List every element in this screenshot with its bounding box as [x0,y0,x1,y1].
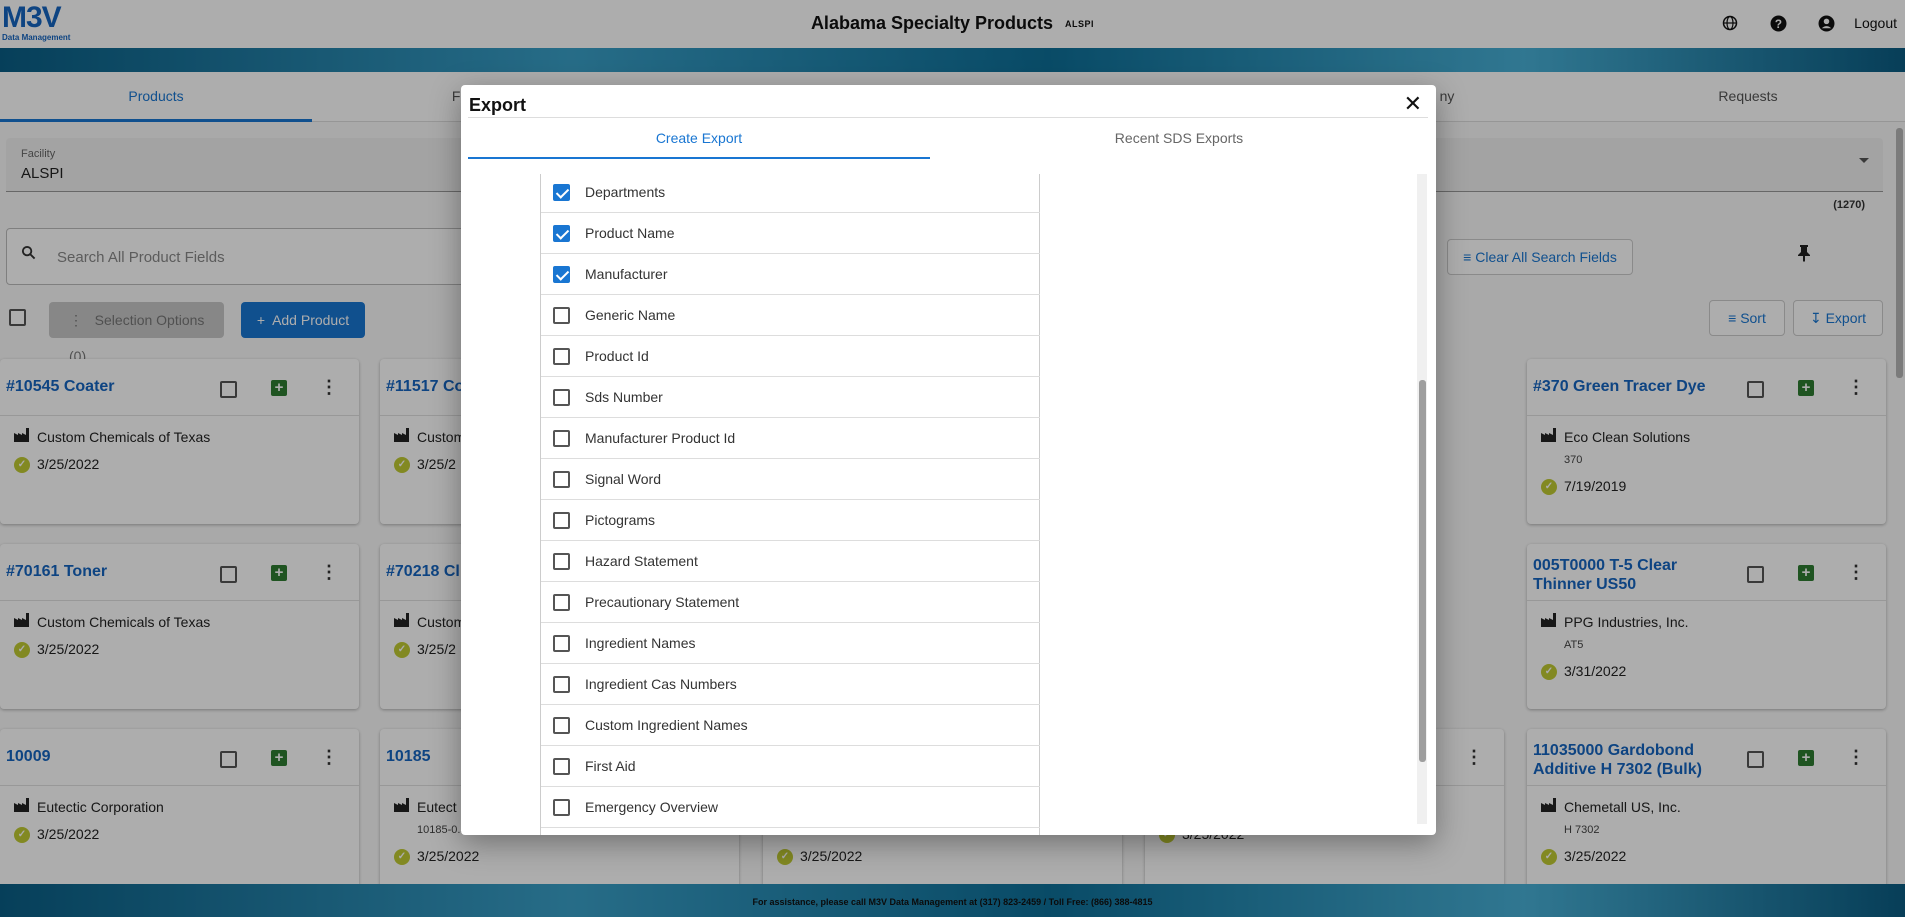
dialog-scrollbar[interactable] [1419,380,1426,762]
export-field-row[interactable]: Product Id [541,336,1040,377]
field-checkbox[interactable] [553,676,570,693]
field-checkbox[interactable] [553,389,570,406]
export-field-row[interactable]: Product Name [541,213,1040,254]
export-dialog: Export ✕ Create Export Recent SDS Export… [461,85,1436,835]
field-checkbox[interactable] [553,430,570,447]
field-checkbox[interactable] [553,717,570,734]
field-checkbox[interactable] [553,307,570,324]
field-label: Manufacturer Product Id [585,430,736,446]
field-label: Emergency Overview [585,799,719,815]
export-field-list: Departments Product Name Manufacturer Gener… [540,174,1040,835]
dialog-title: Export [469,95,527,115]
export-field-row[interactable]: Generic Name [541,295,1040,336]
field-checkbox[interactable] [553,512,570,529]
export-field-row[interactable]: Pictograms [541,500,1040,541]
export-field-row[interactable]: Manufacturer [541,254,1040,295]
field-checkbox[interactable] [553,635,570,652]
field-checkbox[interactable] [553,266,570,283]
field-label: Precautionary Statement [585,594,740,610]
field-label: Pictograms [585,512,656,528]
export-field-row[interactable]: First Aid [541,746,1040,787]
field-label: Ingredient Cas Numbers [585,676,737,692]
export-field-row[interactable]: Ingredient Cas Numbers [541,664,1040,705]
export-field-row[interactable]: Manufacturer Product Id [541,418,1040,459]
field-checkbox[interactable] [553,184,570,201]
field-checkbox[interactable] [553,799,570,816]
export-field-row[interactable]: Precautionary Statement [541,582,1040,623]
field-label: Generic Name [585,307,676,323]
field-checkbox[interactable] [553,594,570,611]
field-checkbox[interactable] [553,471,570,488]
export-field-row[interactable]: Signal Word [541,459,1040,500]
field-checkbox[interactable] [553,348,570,365]
field-label: Departments [585,184,666,200]
field-label: First Aid [585,758,636,774]
field-label: Ingredient Names [585,635,696,651]
field-label: Product Id [585,348,649,364]
field-checkbox[interactable] [553,225,570,242]
export-field-row[interactable]: Emergency Overview [541,787,1040,828]
close-icon[interactable]: ✕ [1404,91,1422,117]
export-field-row[interactable]: Sds Number [541,377,1040,418]
export-field-row[interactable]: Ingredient Names [541,623,1040,664]
field-checkbox[interactable] [553,758,570,775]
export-field-row[interactable]: Hazard Statement [541,541,1040,582]
field-label: Sds Number [585,389,663,405]
tab-recent-sds-exports[interactable]: Recent SDS Exports [930,118,1428,159]
field-checkbox[interactable] [553,553,570,570]
tab-create-export[interactable]: Create Export [468,118,930,159]
export-field-row[interactable]: Departments [541,172,1040,213]
field-label: Hazard Statement [585,553,698,569]
field-label: Product Name [585,225,675,241]
field-label: Manufacturer [585,266,668,282]
export-field-row[interactable]: Custom Ingredient Names [541,705,1040,746]
field-label: Custom Ingredient Names [585,717,748,733]
field-label: Signal Word [585,471,662,487]
